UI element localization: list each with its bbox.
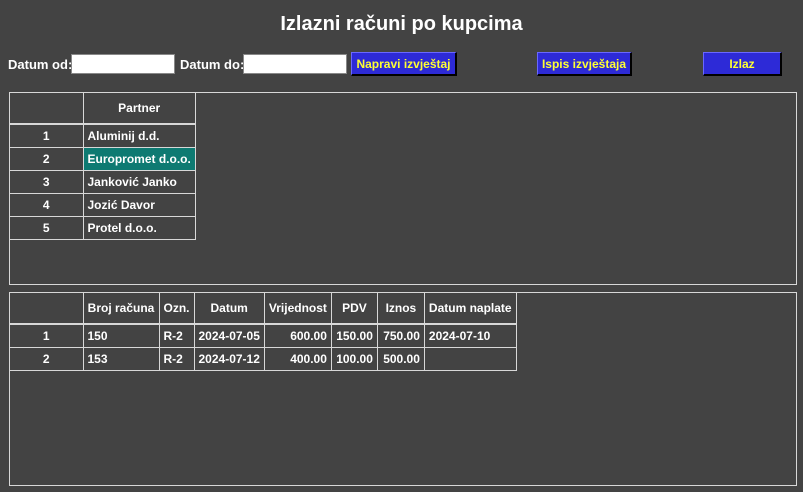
partners-table: Partner 1 Aluminij d.d. 2 Europromet d.o… xyxy=(10,93,196,240)
invoice-number-cell[interactable]: 150 xyxy=(82,323,160,348)
row-index[interactable]: 2 xyxy=(10,347,84,371)
partner-cell[interactable]: Jozić Davor xyxy=(82,193,196,217)
row-index[interactable]: 2 xyxy=(10,147,84,171)
column-header-index[interactable] xyxy=(10,293,84,325)
invoices-grid-panel[interactable]: Broj računa Ozn. Datum Vrijednost PDV Iz… xyxy=(9,292,797,486)
row-index[interactable]: 1 xyxy=(10,123,84,148)
table-row[interactable]: 2 153 R-2 2024-07-12 400.00 100.00 500.0… xyxy=(10,347,517,371)
row-index[interactable]: 5 xyxy=(10,216,84,240)
partner-cell[interactable]: Protel d.o.o. xyxy=(82,216,196,240)
make-report-button[interactable]: Napravi izvještaj xyxy=(351,52,457,76)
page-title: Izlazni računi po kupcima xyxy=(280,13,523,35)
table-row[interactable]: 5 Protel d.o.o. xyxy=(10,216,196,240)
column-header-partner[interactable]: Partner xyxy=(82,93,196,125)
mark-cell[interactable]: R-2 xyxy=(158,323,195,348)
column-header-invoice-number[interactable]: Broj računa xyxy=(82,293,160,325)
mark-cell[interactable]: R-2 xyxy=(158,347,195,371)
partners-grid-panel[interactable]: Partner 1 Aluminij d.d. 2 Europromet d.o… xyxy=(9,92,797,285)
partner-cell[interactable]: Janković Janko xyxy=(82,170,196,194)
column-header-vat[interactable]: PDV xyxy=(330,293,378,325)
column-header-amount[interactable]: Iznos xyxy=(376,293,425,325)
value-cell[interactable]: 400.00 xyxy=(263,347,332,371)
payment-date-cell[interactable] xyxy=(423,347,517,371)
amount-cell[interactable]: 750.00 xyxy=(376,323,425,348)
vat-cell[interactable]: 150.00 xyxy=(330,323,378,348)
column-header-payment-date[interactable]: Datum naplate xyxy=(423,293,517,325)
column-header-value[interactable]: Vrijednost xyxy=(263,293,332,325)
row-index[interactable]: 4 xyxy=(10,193,84,217)
report-window: Izlazni računi po kupcima Datum od: Datu… xyxy=(0,0,803,492)
date-to-label: Datum do: xyxy=(180,57,245,72)
table-row[interactable]: 4 Jozić Davor xyxy=(10,193,196,217)
date-cell[interactable]: 2024-07-05 xyxy=(193,323,265,348)
date-cell[interactable]: 2024-07-12 xyxy=(193,347,265,371)
exit-button[interactable]: Izlaz xyxy=(703,52,782,76)
partner-cell-selected[interactable]: Europromet d.o.o. xyxy=(82,147,196,171)
payment-date-cell[interactable]: 2024-07-10 xyxy=(423,323,517,348)
table-row[interactable]: 3 Janković Janko xyxy=(10,170,196,194)
column-header-date[interactable]: Datum xyxy=(193,293,265,325)
row-index[interactable]: 1 xyxy=(10,323,84,348)
table-row-selected[interactable]: 2 Europromet d.o.o. xyxy=(10,147,196,171)
column-header-index[interactable] xyxy=(10,93,84,125)
invoice-number-cell[interactable]: 153 xyxy=(82,347,160,371)
partners-header-row: Partner xyxy=(10,93,196,125)
print-report-button[interactable]: Ispis izvještaja xyxy=(537,52,632,76)
vat-cell[interactable]: 100.00 xyxy=(330,347,378,371)
value-cell[interactable]: 600.00 xyxy=(263,323,332,348)
amount-cell[interactable]: 500.00 xyxy=(376,347,425,371)
date-to-input[interactable] xyxy=(243,54,347,74)
invoices-table: Broj računa Ozn. Datum Vrijednost PDV Iz… xyxy=(10,293,517,371)
row-index[interactable]: 3 xyxy=(10,170,84,194)
table-row[interactable]: 1 150 R-2 2024-07-05 600.00 150.00 750.0… xyxy=(10,323,517,348)
date-from-label: Datum od: xyxy=(8,57,73,72)
partner-cell[interactable]: Aluminij d.d. xyxy=(82,123,196,148)
column-header-mark[interactable]: Ozn. xyxy=(158,293,195,325)
table-row[interactable]: 1 Aluminij d.d. xyxy=(10,123,196,148)
date-from-input[interactable] xyxy=(71,54,175,74)
invoices-header-row: Broj računa Ozn. Datum Vrijednost PDV Iz… xyxy=(10,293,517,325)
